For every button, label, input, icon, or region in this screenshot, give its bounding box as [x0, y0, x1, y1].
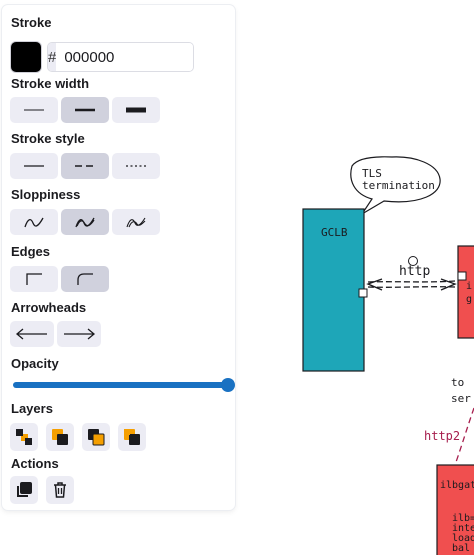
ilbgate-text-4: bal — [452, 543, 470, 554]
dotted-line-icon — [126, 165, 146, 167]
sloppiness-cartoonist-button[interactable] — [112, 209, 160, 235]
stroke-hex-input[interactable] — [56, 43, 193, 71]
rotate-handle[interactable] — [408, 256, 418, 266]
arrowhead-start-button[interactable] — [10, 321, 54, 347]
gclb-label: GCLB — [321, 226, 348, 239]
edges-options — [10, 266, 109, 292]
sloppiness-title: Sloppiness — [11, 187, 81, 202]
stroke-width-bold-button[interactable] — [61, 97, 109, 123]
sloppiness-artist-button[interactable] — [61, 209, 109, 235]
resize-handle-start[interactable] — [358, 288, 368, 298]
edges-title: Edges — [11, 244, 51, 259]
stroke-width-options — [10, 97, 160, 123]
ilbgate-title: ilbgate — [440, 480, 474, 491]
sloppiness-architect-button[interactable] — [10, 209, 58, 235]
gclb-box[interactable]: GCLB — [302, 208, 365, 372]
stroke-style-dashed-button[interactable] — [61, 153, 109, 179]
stroke-hex-field: # — [47, 42, 194, 72]
hash-label: # — [48, 43, 57, 71]
send-to-back-button[interactable] — [10, 423, 38, 451]
properties-panel: Stroke # Stroke width Stroke style Slopp… — [2, 5, 235, 510]
stroke-style-options — [10, 153, 160, 179]
bring-to-front-icon — [124, 429, 140, 445]
sharp-corner-icon — [26, 273, 42, 285]
edges-round-button[interactable] — [61, 266, 109, 292]
stroke-color-swatch[interactable] — [11, 42, 41, 72]
opacity-title: Opacity — [11, 356, 59, 371]
bubble-text-line2: termination — [362, 179, 435, 192]
send-backward-icon — [52, 429, 68, 445]
trash-icon — [54, 482, 66, 498]
actions-options — [10, 476, 74, 504]
arrowheads-title: Arrowheads — [11, 300, 87, 315]
stroke-style-dotted-button[interactable] — [112, 153, 160, 179]
arrow-right-icon — [64, 328, 96, 340]
opacity-slider-thumb[interactable] — [221, 378, 235, 392]
stroke-style-solid-button[interactable] — [10, 153, 58, 179]
layers-options — [10, 423, 146, 451]
stroke-style-title: Stroke style — [11, 131, 85, 146]
opacity-slider[interactable] — [13, 378, 235, 392]
solid-line-icon — [24, 165, 44, 167]
duplicate-icon — [17, 482, 32, 497]
arrowhead-end-button[interactable] — [57, 321, 101, 347]
stroke-width-title: Stroke width — [11, 76, 90, 91]
stroke-width-extra-bold-button[interactable] — [112, 97, 160, 123]
arrow-left-icon — [15, 328, 47, 340]
backend-box-text-1: i — [466, 281, 472, 292]
sloppiness-options — [10, 209, 160, 235]
thin-line-icon — [24, 109, 44, 111]
artist-icon — [75, 217, 95, 228]
http-arrow[interactable]: http — [358, 256, 467, 298]
cartoonist-icon — [126, 217, 146, 228]
architect-icon — [24, 217, 44, 228]
ilbgate-box[interactable]: ilbgate ilb= inte load bal — [436, 464, 474, 555]
bring-forward-button[interactable] — [82, 423, 110, 451]
layers-title: Layers — [11, 401, 53, 416]
bring-to-front-button[interactable] — [118, 423, 146, 451]
send-to-back-icon — [16, 429, 32, 445]
arrowheads-options — [10, 321, 101, 347]
http2-label: http2 — [424, 429, 460, 443]
dashed-line-icon — [75, 165, 95, 167]
stroke-title: Stroke — [11, 15, 52, 30]
resize-handle-end[interactable] — [457, 271, 467, 281]
actions-title: Actions — [11, 456, 59, 471]
delete-button[interactable] — [46, 476, 74, 504]
opacity-slider-track[interactable] — [13, 382, 231, 388]
extra-bold-line-icon — [126, 107, 146, 113]
edges-sharp-button[interactable] — [10, 266, 58, 292]
stroke-width-thin-button[interactable] — [10, 97, 58, 123]
backend-box-text-2: g — [466, 294, 472, 305]
http-label: http — [399, 264, 430, 279]
to-services-text-2: ser — [451, 392, 471, 405]
to-services-text-1: to — [451, 376, 464, 389]
round-corner-icon — [77, 273, 93, 285]
tls-bubble[interactable]: TLS termination — [350, 156, 441, 215]
bold-line-icon — [75, 108, 95, 112]
send-backward-button[interactable] — [46, 423, 74, 451]
duplicate-button[interactable] — [10, 476, 38, 504]
bring-forward-icon — [88, 429, 105, 446]
backend-box[interactable]: i g — [457, 245, 474, 339]
